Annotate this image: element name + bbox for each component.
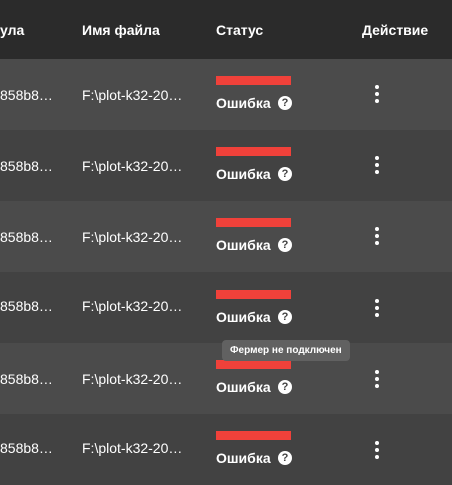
plot-filename: F:\plot-k32-20… <box>82 440 183 456</box>
more-vertical-icon[interactable] <box>366 83 388 105</box>
more-vertical-icon[interactable] <box>366 225 388 247</box>
status-error-bar <box>216 76 291 85</box>
plot-hash: 858b8… <box>0 440 53 456</box>
table-row: 858b8… F:\plot-k32-20… Ошибка ? <box>0 272 452 343</box>
plot-filename: F:\plot-k32-20… <box>82 298 183 314</box>
help-circle-icon[interactable]: ? <box>278 451 292 465</box>
more-vertical-icon[interactable] <box>366 439 388 461</box>
status-error-bar <box>216 147 291 156</box>
column-header-action[interactable]: Действие <box>362 22 428 38</box>
plot-filename: F:\plot-k32-20… <box>82 371 183 387</box>
status-label: Ошибка <box>216 237 271 253</box>
plot-hash: 858b8… <box>0 371 53 387</box>
column-header-hash[interactable]: ула <box>0 22 24 38</box>
plot-hash: 858b8… <box>0 298 53 314</box>
plot-hash: 858b8… <box>0 87 53 103</box>
help-circle-icon[interactable]: ? <box>278 380 292 394</box>
plot-hash: 858b8… <box>0 229 53 245</box>
more-vertical-icon[interactable] <box>366 154 388 176</box>
more-vertical-icon[interactable] <box>366 368 388 390</box>
column-header-status[interactable]: Статус <box>216 22 263 38</box>
status-label: Ошибка <box>216 379 271 395</box>
plot-filename: F:\plot-k32-20… <box>82 158 183 174</box>
plot-filename: F:\plot-k32-20… <box>82 229 183 245</box>
help-circle-icon[interactable]: ? <box>278 96 292 110</box>
table-row: 858b8… F:\plot-k32-20… Ошибка ? <box>0 201 452 272</box>
status-error-bar <box>216 218 291 227</box>
status-label: Ошибка <box>216 309 271 325</box>
table-row: 858b8… F:\plot-k32-20… Ошибка ? <box>0 59 452 130</box>
status-label: Ошибка <box>216 450 271 466</box>
plot-filename: F:\plot-k32-20… <box>82 87 183 103</box>
table-row: 858b8… F:\plot-k32-20… Ошибка ? <box>0 130 452 201</box>
status-tooltip: Фермер не подключен <box>222 340 350 361</box>
status-label: Ошибка <box>216 95 271 111</box>
table-header: ула Имя файла Статус Действие <box>0 0 452 59</box>
status-error-bar <box>216 290 291 299</box>
help-circle-icon[interactable]: ? <box>278 167 292 181</box>
more-vertical-icon[interactable] <box>366 297 388 319</box>
status-error-bar <box>216 431 291 440</box>
help-circle-icon[interactable]: ? <box>278 238 292 252</box>
column-header-filename[interactable]: Имя файла <box>82 22 160 38</box>
plot-hash: 858b8… <box>0 158 53 174</box>
status-error-bar <box>216 360 291 369</box>
help-circle-icon[interactable]: ? <box>278 310 292 324</box>
status-label: Ошибка <box>216 166 271 182</box>
table-row: 858b8… F:\plot-k32-20… Ошибка ? <box>0 414 452 485</box>
